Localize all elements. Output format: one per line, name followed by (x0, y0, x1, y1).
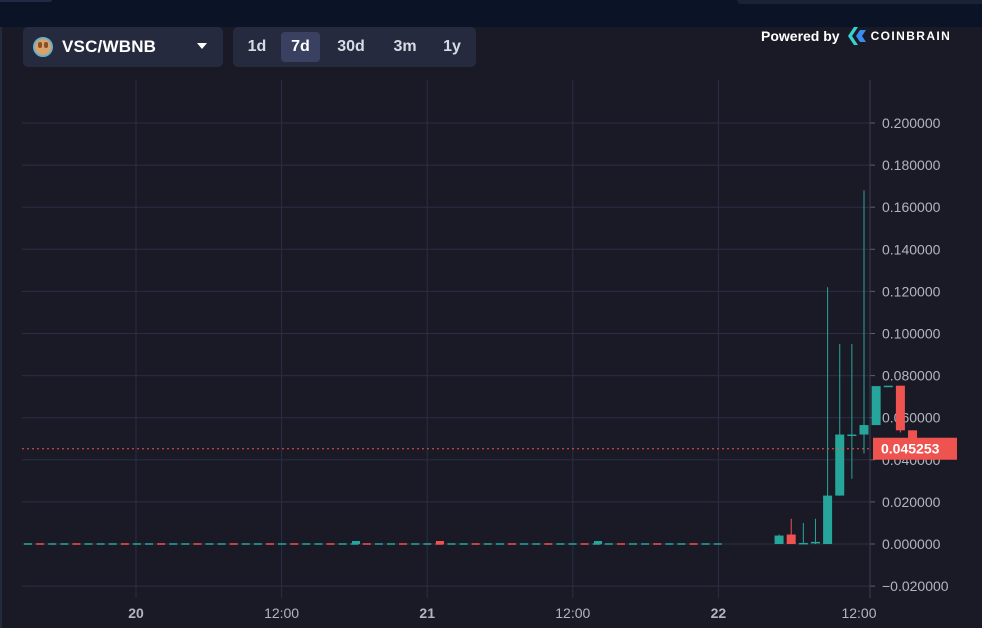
candle-body[interactable] (810, 541, 820, 544)
y-tick-label: 0.080000 (882, 368, 941, 384)
timeframe-selector: 1d 7d 30d 3m 1y (233, 27, 476, 67)
coinbrain-brand: COINBRAIN (870, 29, 952, 43)
x-tick-label: 21 (419, 605, 435, 621)
y-tick-label: 0.060000 (882, 410, 941, 426)
pair-label: VSC/WBNB (62, 37, 157, 56)
last-price-label: 0.045253 (881, 441, 940, 457)
candle-body[interactable] (871, 386, 881, 426)
price-chart[interactable]: 0.200000 0.180000 0.160000 0.140000 0.120000… (0, 0, 982, 628)
pair-selector[interactable]: VSC/WBNB (23, 27, 223, 67)
y-tick-label: 0.100000 (882, 326, 941, 342)
y-tick-label: 0.180000 (882, 157, 941, 173)
candle-body[interactable] (883, 385, 893, 388)
candle-body[interactable] (835, 434, 845, 496)
flat-candle-body (352, 541, 360, 544)
powered-by-text: Powered by (761, 28, 840, 44)
flat-candle-body (436, 541, 444, 544)
x-tick-label: 22 (711, 605, 727, 621)
y-tick-label: 0.200000 (882, 115, 941, 131)
range-button-1d[interactable]: 1d (241, 32, 273, 62)
y-tick-label: 0.020000 (882, 494, 941, 510)
coinbrain-logo-icon (847, 27, 866, 45)
y-tick-label: 0.120000 (882, 283, 941, 299)
range-button-30d[interactable]: 30d (329, 32, 373, 62)
range-button-3m[interactable]: 3m (385, 32, 425, 62)
candle-body[interactable] (774, 535, 784, 544)
pancake-bunny-icon (33, 37, 53, 57)
candle-body[interactable] (895, 385, 905, 431)
y-tick-label: 0.000000 (882, 536, 941, 552)
powered-by[interactable]: Powered by COINBRAIN (761, 26, 951, 46)
range-button-1y[interactable]: 1y (434, 32, 470, 62)
range-button-7d[interactable]: 7d (281, 32, 320, 62)
x-tick-label: 20 (128, 605, 144, 621)
candle-body[interactable] (823, 495, 833, 544)
x-tick-label: 12:00 (555, 605, 590, 621)
flat-candle-body (594, 541, 602, 544)
candle-body[interactable] (859, 425, 869, 435)
candle-body[interactable] (798, 542, 808, 545)
x-tick-label: 12:00 (264, 605, 299, 621)
candle-body[interactable] (786, 534, 796, 544)
candle-body[interactable] (847, 434, 857, 437)
y-tick-label: 0.160000 (882, 199, 941, 215)
y-tick-label: 0.140000 (882, 241, 941, 257)
plot-area[interactable] (22, 80, 870, 598)
x-tick-label: 12:00 (841, 605, 876, 621)
y-tick-label: −0.020000 (882, 578, 949, 594)
chevron-down-icon (197, 43, 207, 49)
